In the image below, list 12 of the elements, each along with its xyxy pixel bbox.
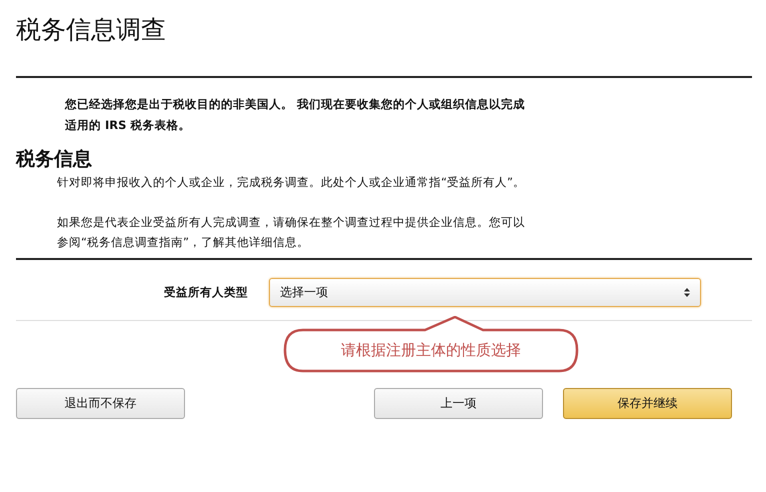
section-heading: 税务信息 — [16, 147, 92, 172]
field-label: 受益所有人类型 — [163, 285, 248, 300]
action-button[interactable]: 保存并继续 — [563, 388, 732, 419]
action-button[interactable]: 上一项 — [374, 388, 543, 419]
action-button[interactable]: 退出而不保存 — [16, 388, 185, 419]
intro-text: 您已经选择您是出于税收目的的非美国人。 我们现在要收集您的个人或组织信息以完成适用的 IRS 税务表格。 — [65, 96, 526, 134]
page-title: 税务信息调查 — [16, 14, 166, 46]
select-field[interactable]: 选择一项 — [269, 278, 701, 307]
paragraph: 针对即将申报收入的个人或企业，完成税务调查。此处个人或企业通常指“受益所有人”。 — [57, 174, 526, 191]
paragraph: 如果您是代表企业受益所有人完成调查，请确保在整个调查过程中提供企业信息。您可以参阅“税务信息调查指南”，了解其他详细信息。 — [57, 214, 526, 251]
dropdown-arrows-icon — [684, 288, 690, 297]
callout-text: 请根据注册主体的性质选择 — [340, 340, 522, 361]
